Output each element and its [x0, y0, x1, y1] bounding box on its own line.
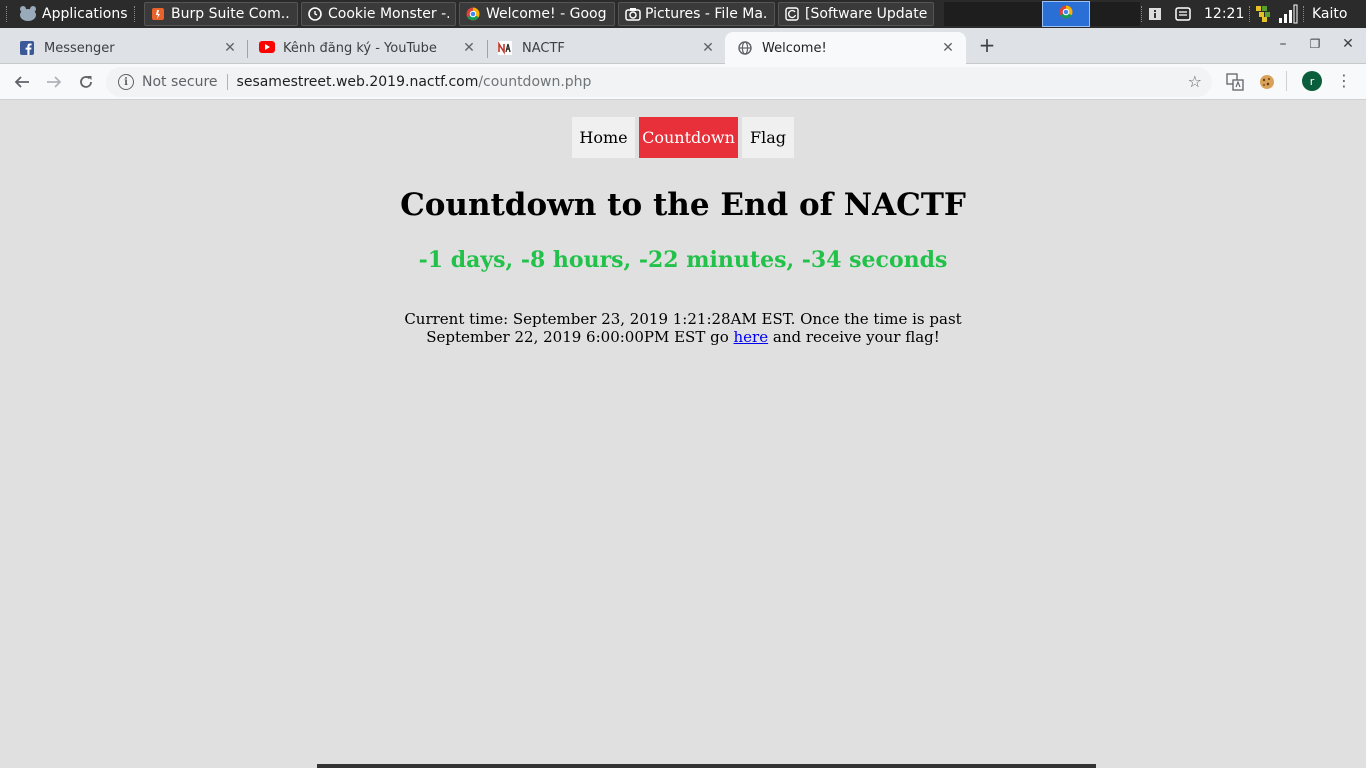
tab-close-icon[interactable]: ✕ — [700, 40, 716, 56]
camera-icon — [625, 7, 641, 21]
tab-title: Kênh đăng ký - YouTube — [283, 40, 437, 56]
cookie-extension-icon[interactable] — [1258, 73, 1276, 91]
tab-youtube[interactable]: Kênh đăng ký - YouTube ✕ — [239, 32, 487, 64]
tab-title: Welcome! — [762, 40, 827, 56]
tab-close-icon[interactable]: ✕ — [461, 40, 477, 56]
bottom-bar — [317, 764, 1096, 768]
system-taskbar: Applications Burp Suite Com... Cookie Mo… — [0, 0, 1366, 28]
security-status[interactable]: Not secure — [142, 74, 218, 90]
facebook-icon — [20, 41, 34, 55]
task-software-updater[interactable]: [Software Updater] — [778, 2, 934, 26]
time-info-text: Current time: September 23, 2019 1:21:28… — [376, 310, 990, 346]
web-page: Home Countdown Flag Countdown to the End… — [0, 101, 1366, 768]
network-signal-icon[interactable] — [1278, 2, 1300, 26]
task-label: [Software Updater] — [805, 6, 927, 22]
tab-close-icon[interactable]: ✕ — [222, 40, 238, 56]
page-title: Countdown to the End of NACTF — [400, 187, 966, 223]
menu-kebab-icon[interactable]: ⋮ — [1336, 70, 1352, 92]
tab-close-icon[interactable]: ✕ — [940, 40, 956, 56]
taskbar-separator — [134, 6, 135, 22]
info-tray-icon[interactable] — [1148, 2, 1164, 26]
nav-countdown[interactable]: Countdown — [639, 117, 738, 158]
clock-app-icon — [308, 7, 322, 21]
omnibox-divider — [226, 74, 228, 90]
info-text-after: and receive your flag! — [772, 328, 940, 346]
clock[interactable]: 12:21 — [1204, 2, 1246, 26]
tab-nactf[interactable]: NACTF ✕ — [478, 32, 726, 64]
profile-avatar[interactable]: r — [1302, 71, 1322, 91]
toolbar-divider — [1286, 71, 1287, 91]
countdown-timer: -1 days, -8 hours, -22 minutes, -34 seco… — [418, 247, 948, 273]
tab-messenger[interactable]: Messenger ✕ — [0, 32, 248, 64]
task-label: Cookie Monster -... — [328, 6, 449, 22]
task-chrome-welcome[interactable]: Welcome! - Goog... — [459, 2, 615, 26]
taskbar-separator — [6, 6, 7, 22]
workspace-active[interactable] — [1042, 1, 1090, 27]
tab-title: Messenger — [44, 40, 115, 56]
applications-menu[interactable]: Applications — [18, 2, 138, 26]
task-label: Pictures - File Ma... — [645, 6, 768, 22]
youtube-icon — [259, 41, 275, 55]
user-menu[interactable]: Kaito — [1312, 2, 1362, 26]
reload-icon[interactable] — [75, 71, 97, 93]
url-host: sesamestreet.web.2019.nactf.com — [236, 74, 479, 90]
taskbar-separator — [1303, 6, 1304, 22]
new-tab-icon[interactable]: + — [976, 34, 998, 56]
task-label: Welcome! - Goog... — [486, 6, 608, 22]
chrome-icon — [466, 7, 480, 21]
xfce-mouse-icon — [18, 5, 38, 23]
close-window-icon[interactable]: ✕ — [1338, 36, 1358, 52]
back-icon[interactable] — [11, 71, 33, 93]
address-bar[interactable]: i Not secure sesamestreet.web.2019.nactf… — [106, 67, 1212, 97]
globe-icon — [738, 41, 752, 55]
task-file-manager[interactable]: Pictures - File Ma... — [618, 2, 775, 26]
task-label: Burp Suite Com... — [171, 6, 291, 22]
taskbar-separator — [1249, 6, 1250, 22]
clipboard-tray-icon[interactable] — [1174, 2, 1194, 26]
vpn-tray-icon[interactable] — [1256, 2, 1274, 26]
updater-icon — [785, 7, 799, 21]
taskbar-separator — [1141, 6, 1142, 22]
browser-toolbar: i Not secure sesamestreet.web.2019.nactf… — [0, 64, 1366, 100]
minimize-icon[interactable]: – — [1273, 36, 1293, 52]
nav-flag[interactable]: Flag — [742, 117, 794, 158]
forward-icon[interactable] — [43, 71, 65, 93]
nactf-icon — [498, 41, 512, 55]
bookmark-star-icon[interactable]: ☆ — [1188, 72, 1202, 91]
nav-home[interactable]: Home — [572, 117, 635, 158]
tab-welcome[interactable]: Welcome! ✕ — [725, 32, 966, 64]
chrome-icon — [1059, 5, 1073, 23]
translate-icon[interactable] — [1226, 73, 1244, 91]
browser-tab-strip: Messenger ✕ Kênh đăng ký - YouTube ✕ NAC… — [0, 28, 1366, 64]
burp-icon — [151, 7, 165, 21]
info-icon[interactable]: i — [118, 74, 134, 90]
applications-label: Applications — [42, 6, 128, 22]
url-path: /countdown.php — [478, 74, 592, 90]
flag-link[interactable]: here — [734, 328, 769, 346]
task-burp-suite[interactable]: Burp Suite Com... — [144, 2, 298, 26]
restore-icon[interactable]: ❐ — [1305, 37, 1325, 51]
task-cookie-monster[interactable]: Cookie Monster -... — [301, 2, 456, 26]
tab-title: NACTF — [522, 40, 565, 56]
